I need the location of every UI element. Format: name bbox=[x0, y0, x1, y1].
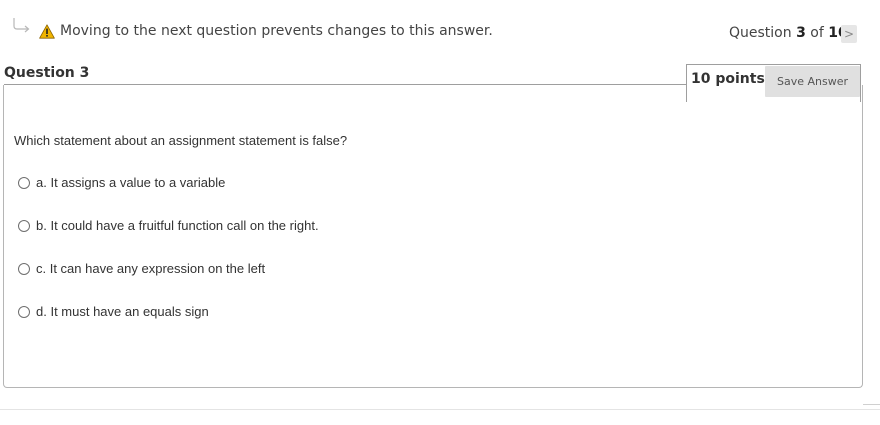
answer-option-d[interactable]: d. It must have an equals sign bbox=[18, 304, 209, 319]
answer-label: a. It assigns a value to a variable bbox=[36, 175, 226, 190]
question-panel bbox=[3, 85, 863, 388]
chevron-right-icon: > bbox=[843, 27, 855, 41]
answer-option-c[interactable]: c. It can have any expression on the lef… bbox=[18, 261, 265, 276]
question-counter: Question 3 of 10 bbox=[729, 25, 848, 41]
counter-prefix: Question bbox=[729, 25, 792, 41]
save-answer-button[interactable]: Save Answer bbox=[765, 66, 860, 97]
warning-message: Moving to the next question prevents cha… bbox=[60, 23, 493, 39]
answer-label: b. It could have a fruitful function cal… bbox=[36, 218, 319, 233]
question-title: Question 3 bbox=[4, 65, 90, 81]
radio-button[interactable] bbox=[18, 305, 30, 318]
current-question-number: 3 bbox=[796, 25, 806, 41]
return-arrow-icon bbox=[13, 18, 30, 33]
footer-divider bbox=[0, 409, 880, 410]
answer-option-a[interactable]: a. It assigns a value to a variable bbox=[18, 175, 225, 190]
points-label: 10 points bbox=[691, 71, 765, 87]
radio-button[interactable] bbox=[18, 176, 30, 189]
assessment-page: Moving to the next question prevents cha… bbox=[0, 0, 880, 425]
answer-option-b[interactable]: b. It could have a fruitful function cal… bbox=[18, 218, 319, 233]
warning-triangle-icon bbox=[39, 24, 55, 39]
radio-button[interactable] bbox=[18, 262, 30, 275]
radio-button[interactable] bbox=[18, 219, 30, 232]
answer-label: d. It must have an equals sign bbox=[36, 304, 209, 319]
next-question-button[interactable]: > bbox=[841, 25, 857, 43]
question-prompt: Which statement about an assignment stat… bbox=[14, 133, 348, 148]
footer-divider-right bbox=[863, 404, 880, 405]
counter-of: of bbox=[810, 25, 824, 41]
answer-label: c. It can have any expression on the lef… bbox=[36, 261, 266, 276]
